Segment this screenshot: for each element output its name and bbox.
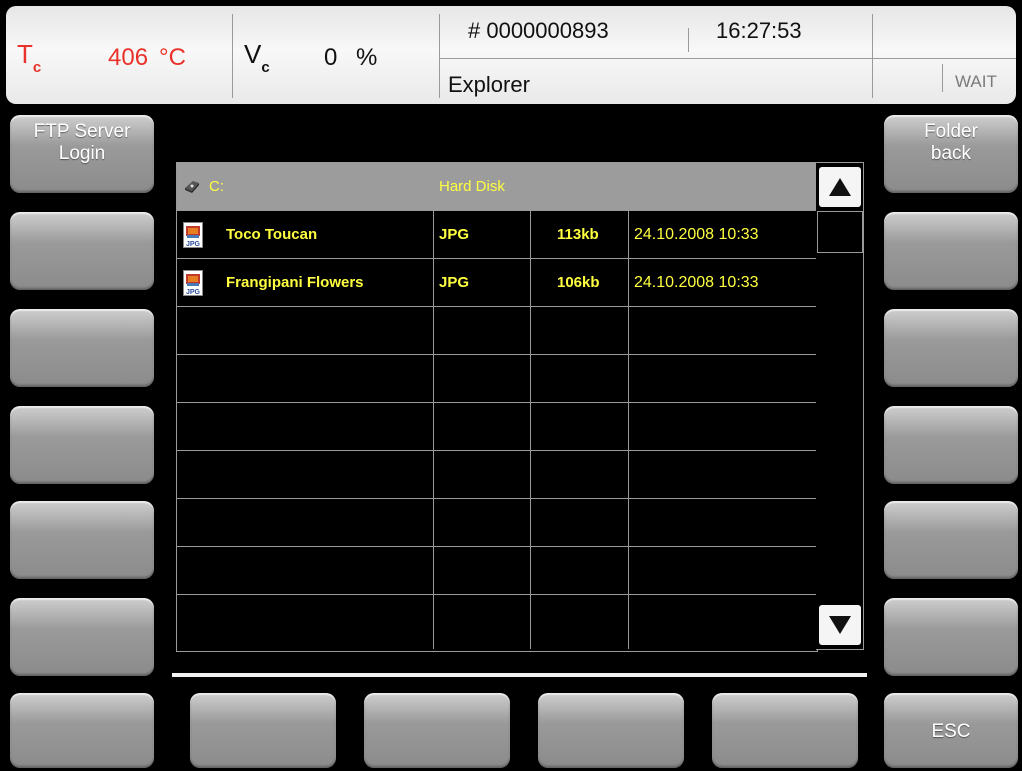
table-row[interactable]: JPG Frangipani Flowers JPG 106kb 24.10.2… xyxy=(177,259,817,307)
table-row[interactable] xyxy=(177,355,817,403)
jpg-file-icon: JPG xyxy=(183,259,203,306)
file-date: 24.10.2008 10:33 xyxy=(634,274,759,291)
drive-name: C: xyxy=(209,178,224,195)
bottom-key-5[interactable] xyxy=(712,693,858,768)
file-size: 106kb xyxy=(557,274,600,291)
table-row[interactable] xyxy=(177,403,817,451)
velocity-unit: % xyxy=(356,44,378,71)
file-name: Toco Toucan xyxy=(226,226,318,243)
table-row[interactable] xyxy=(177,547,817,595)
table-row[interactable] xyxy=(177,595,817,643)
left-key-4[interactable] xyxy=(10,406,154,484)
left-key-6[interactable] xyxy=(10,598,154,676)
temperature-symbol: Tc xyxy=(17,39,42,77)
file-type: JPG xyxy=(439,226,470,243)
svg-text:JPG: JPG xyxy=(186,289,201,296)
table-row[interactable] xyxy=(177,307,817,355)
status-header: Tc 406 °C Vc 0 % # 0000000893 16:27:53 E… xyxy=(6,6,1016,104)
table-row[interactable] xyxy=(177,499,817,547)
velocity-value: 0 xyxy=(324,44,338,71)
scroll-thumb[interactable] xyxy=(817,211,863,253)
table-row[interactable]: JPG Toco Toucan JPG 113kb 24.10.2008 10:… xyxy=(177,211,817,259)
scroll-up-button[interactable] xyxy=(819,167,861,207)
scroll-down-button[interactable] xyxy=(819,605,861,645)
ftp-server-login-button[interactable]: FTP Server Login xyxy=(10,115,154,193)
right-key-5[interactable] xyxy=(884,501,1018,579)
file-size: 113kb xyxy=(557,226,599,243)
status-label: WAIT xyxy=(955,72,997,91)
left-key-5[interactable] xyxy=(10,501,154,579)
file-name: Frangipani Flowers xyxy=(226,274,364,291)
folder-back-button[interactable]: Folder back xyxy=(884,115,1018,193)
bottom-key-4[interactable] xyxy=(538,693,684,768)
table-row[interactable] xyxy=(177,451,817,499)
file-type: JPG xyxy=(439,274,470,291)
drive-type: Hard Disk xyxy=(439,178,505,195)
scrollbar[interactable] xyxy=(816,162,864,650)
left-key-3[interactable] xyxy=(10,309,154,387)
progress-line xyxy=(172,673,867,677)
chevron-down-icon xyxy=(829,616,851,634)
jpg-file-icon: JPG xyxy=(183,211,203,258)
temperature-value: 406 xyxy=(108,44,149,71)
file-table: C: Hard Disk JPG Toco Toucan JPG 113kb 2… xyxy=(176,162,818,652)
right-key-6[interactable] xyxy=(884,598,1018,676)
page-title: Explorer xyxy=(448,72,530,97)
chevron-up-icon xyxy=(829,178,851,196)
right-key-4[interactable] xyxy=(884,406,1018,484)
drive-icon xyxy=(183,163,201,210)
bottom-key-1[interactable] xyxy=(10,693,154,768)
bottom-key-2[interactable] xyxy=(190,693,336,768)
velocity-symbol: Vc xyxy=(244,39,270,77)
drive-row[interactable]: C: Hard Disk xyxy=(177,163,817,211)
file-date: 24.10.2008 10:33 xyxy=(634,226,759,243)
left-key-2[interactable] xyxy=(10,212,154,290)
esc-button[interactable]: ESC xyxy=(884,693,1018,768)
svg-text:JPG: JPG xyxy=(186,241,201,248)
temperature-unit: °C xyxy=(159,44,186,71)
clock: 16:27:53 xyxy=(716,18,802,43)
bottom-key-3[interactable] xyxy=(364,693,510,768)
counter: # 0000000893 xyxy=(468,18,609,43)
right-key-2[interactable] xyxy=(884,212,1018,290)
right-key-3[interactable] xyxy=(884,309,1018,387)
